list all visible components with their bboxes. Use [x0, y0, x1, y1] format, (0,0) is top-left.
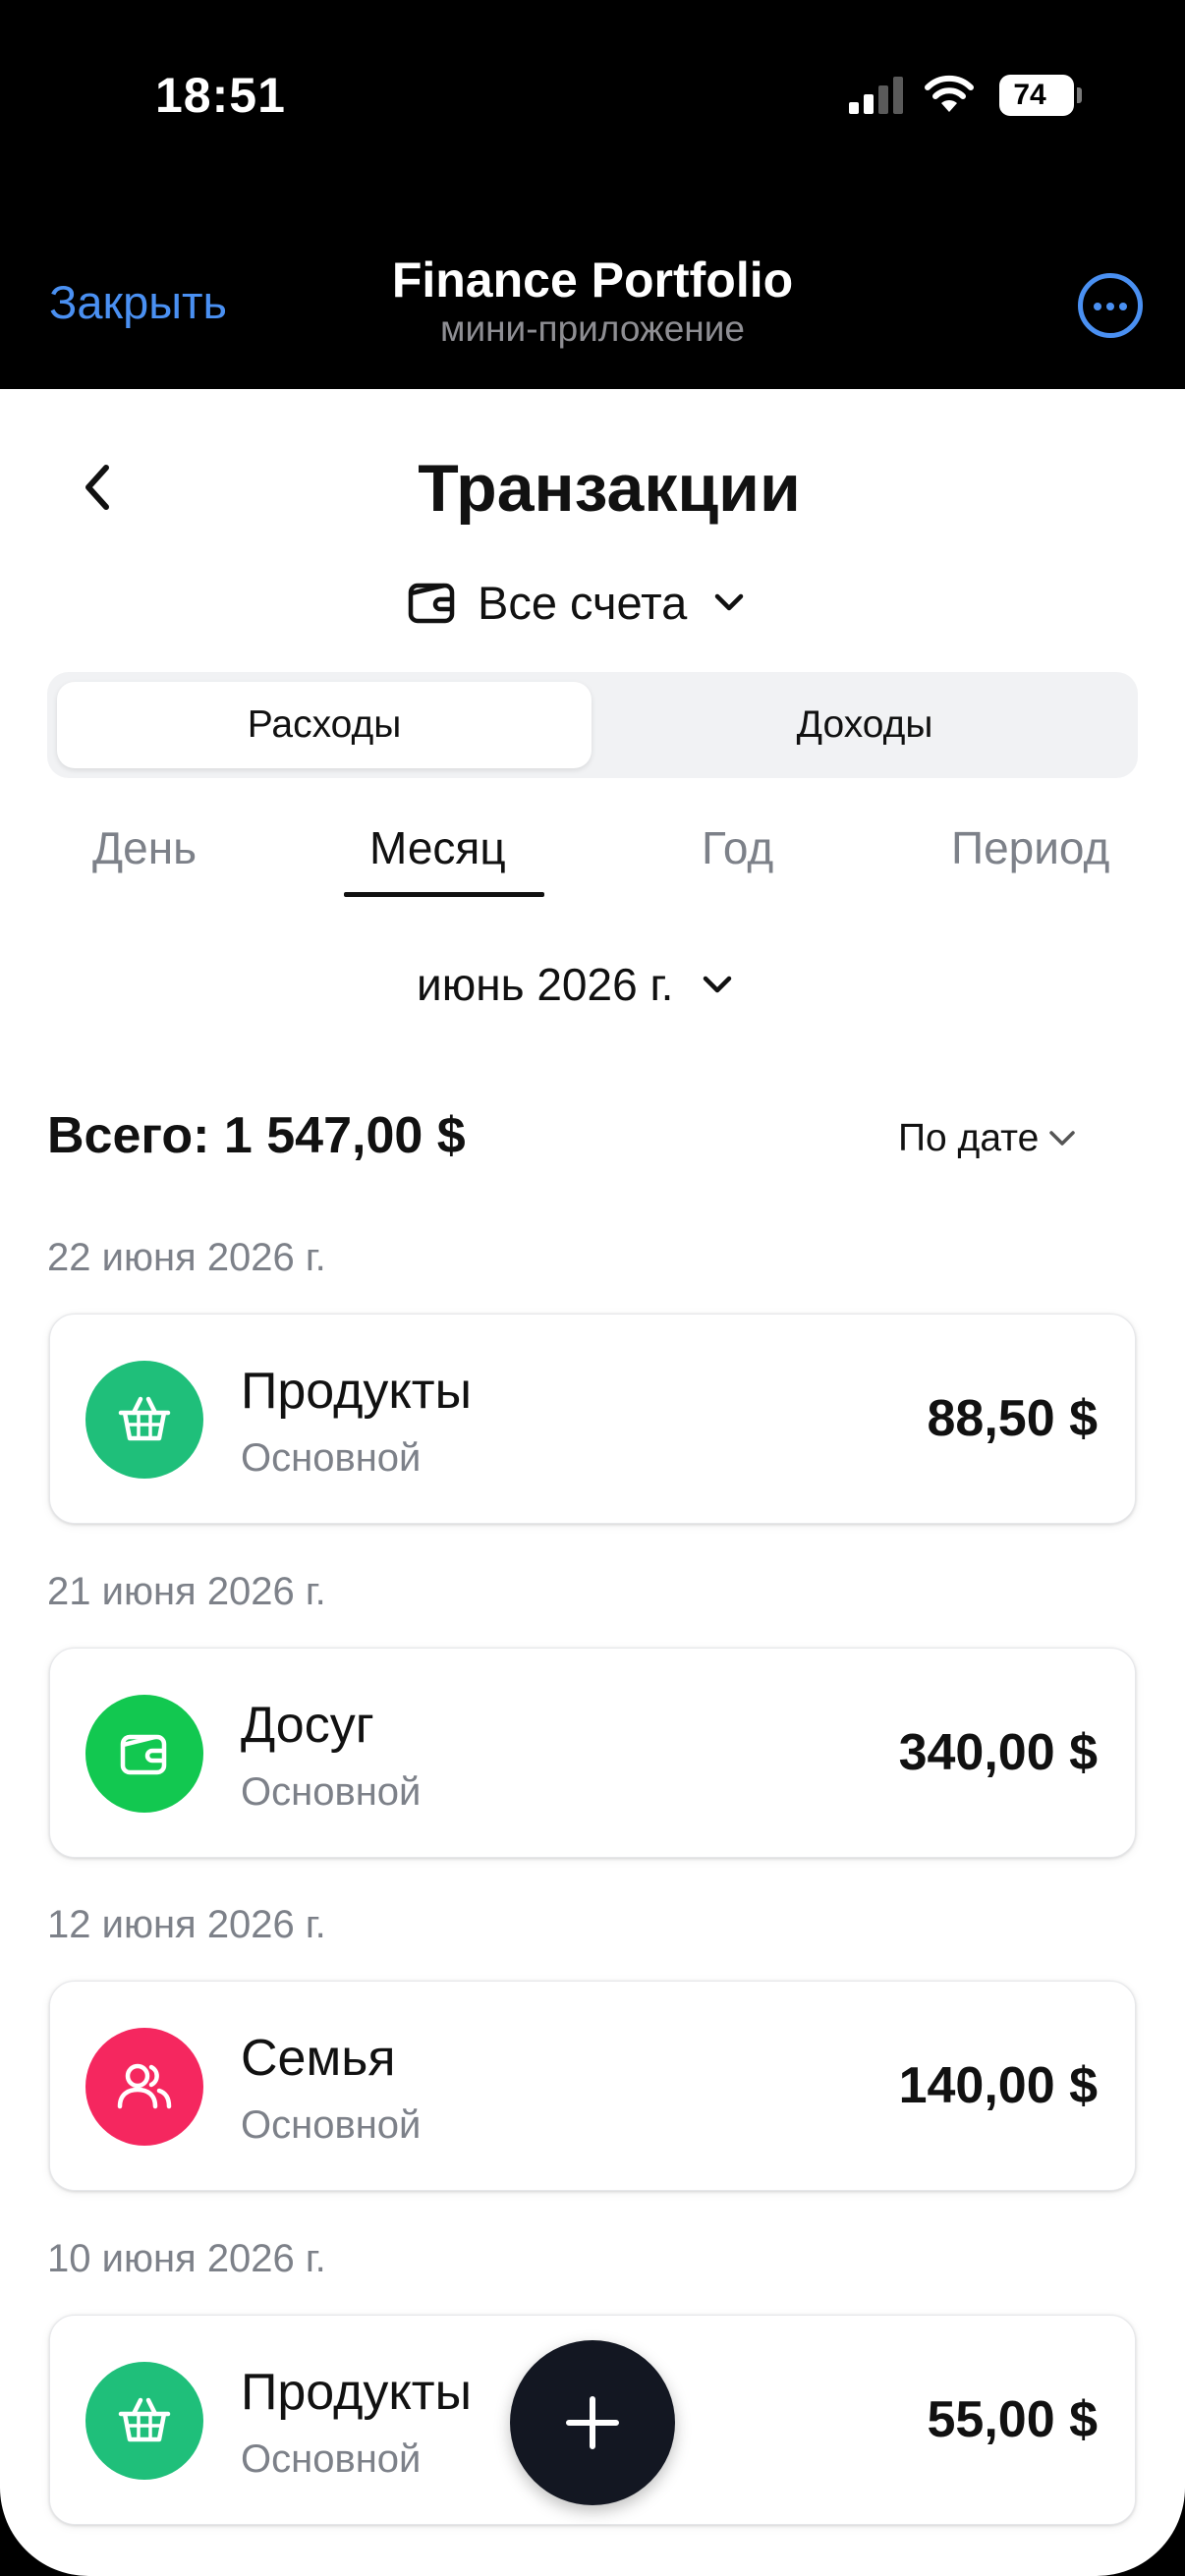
app-title: Finance Portfolio	[391, 252, 794, 308]
account-selector[interactable]: Все счета	[407, 572, 744, 633]
date-header: 10 июня 2026 г.	[47, 2237, 326, 2280]
period-tab-year[interactable]: Год	[702, 821, 773, 874]
transaction-amount: 88,50 $	[927, 1390, 1099, 1447]
transaction-amount: 55,00 $	[927, 2391, 1099, 2448]
transaction-category: Досуг	[241, 1697, 374, 1754]
wallet-icon	[408, 583, 455, 624]
transaction-card[interactable]: Семья Основной 140,00 $	[49, 1981, 1136, 2191]
chevron-down-icon	[704, 976, 732, 993]
transaction-account: Основной	[241, 2103, 422, 2147]
transactions-screen: Транзакции Все счета Расходы Доходы День…	[0, 389, 1185, 2576]
add-transaction-button[interactable]	[510, 2340, 675, 2505]
expense-income-toggle: Расходы Доходы	[47, 672, 1138, 778]
transaction-amount: 140,00 $	[898, 2057, 1098, 2114]
period-tab-month[interactable]: Месяц	[369, 821, 506, 874]
date-header: 12 июня 2026 г.	[47, 1903, 326, 1946]
basket-icon	[85, 2362, 203, 2480]
basket-icon	[85, 1361, 203, 1479]
expenses-tab[interactable]: Расходы	[57, 682, 592, 768]
account-selector-label: Все счета	[478, 576, 688, 629]
transaction-category: Продукты	[241, 2364, 472, 2421]
cellular-signal-icon	[849, 77, 903, 114]
plus-icon	[566, 2396, 619, 2449]
sort-label: По дате	[898, 1117, 1040, 1159]
month-label: июнь 2026 г.	[417, 959, 674, 1010]
app-subtitle: мини-приложение	[440, 308, 745, 349]
mini-app-header: Закрыть Finance Portfolio мини-приложени…	[0, 196, 1185, 389]
chevron-down-icon	[1049, 1131, 1076, 1146]
battery-icon: 74	[999, 75, 1082, 116]
transaction-account: Основной	[241, 1770, 422, 1814]
sort-dropdown[interactable]: По дате	[898, 1114, 1076, 1163]
date-header: 22 июня 2026 г.	[47, 1236, 326, 1279]
transaction-amount: 340,00 $	[898, 1724, 1098, 1781]
battery-level: 74	[1013, 79, 1046, 111]
month-picker[interactable]: июнь 2026 г.	[417, 955, 732, 1014]
period-tab-custom[interactable]: Период	[951, 821, 1109, 874]
transaction-account: Основной	[241, 2437, 422, 2481]
transaction-category: Продукты	[241, 1363, 472, 1420]
status-time: 18:51	[155, 68, 286, 123]
page-title: Транзакции	[418, 451, 801, 526]
transaction-account: Основной	[241, 1436, 422, 1480]
total-amount: Всего: 1 547,00 $	[47, 1107, 466, 1164]
users-icon	[85, 2028, 203, 2146]
income-tab[interactable]: Доходы	[601, 682, 1128, 768]
period-tab-day[interactable]: День	[92, 821, 197, 874]
chevron-down-icon	[714, 593, 744, 611]
date-header: 21 июня 2026 г.	[47, 1570, 326, 1613]
wallet-icon	[85, 1695, 203, 1813]
active-tab-indicator	[344, 892, 544, 897]
wifi-icon	[925, 75, 974, 112]
transaction-card[interactable]: Продукты Основной 88,50 $	[49, 1314, 1136, 1524]
transaction-card[interactable]: Досуг Основной 340,00 $	[49, 1648, 1136, 1858]
more-options-button[interactable]	[1078, 273, 1143, 338]
status-bar: 18:51 74	[0, 0, 1185, 196]
transaction-category: Семья	[241, 2030, 396, 2087]
